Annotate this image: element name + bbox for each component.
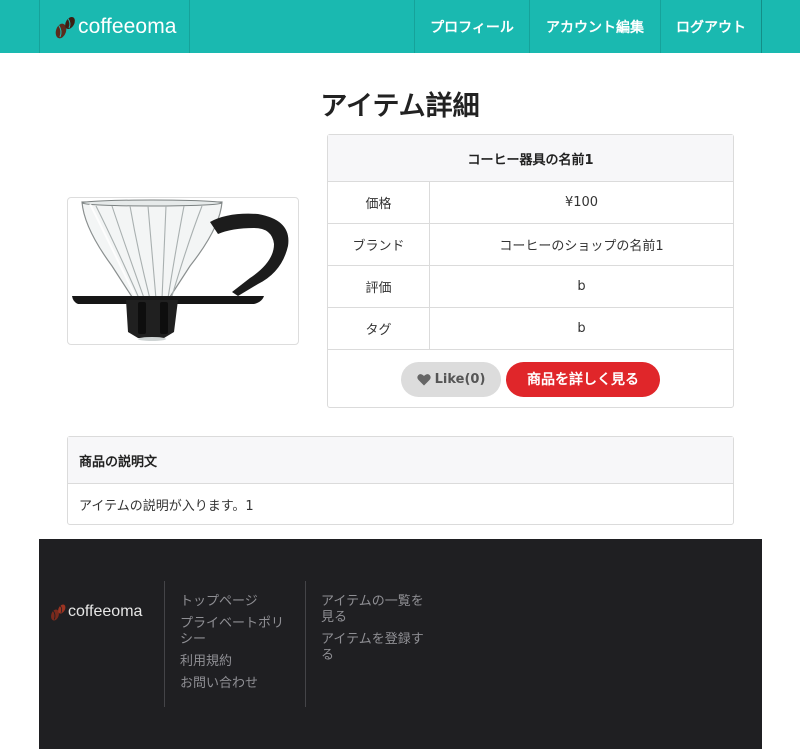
row-label-brand: ブランド	[328, 224, 430, 265]
like-label: Like(0)	[434, 371, 486, 387]
nav-account-edit[interactable]: アカウント編集	[529, 0, 660, 53]
row-value-tag: b	[577, 321, 586, 336]
page-title: アイテム詳細	[320, 91, 480, 122]
row-value-rating: b	[577, 279, 586, 294]
footer-link-item-list[interactable]: アイテムの一覧を見る	[321, 594, 433, 626]
coffee-beans-logo-icon	[51, 604, 66, 621]
row-label-tag: タグ	[328, 308, 430, 349]
row-value-price: ¥100	[564, 195, 599, 210]
product-name: コーヒー器具の名前1	[328, 135, 733, 182]
footer-brand-name: coffeeoma	[68, 603, 143, 620]
footer-link-top[interactable]: トップページ	[180, 594, 292, 610]
footer-link-privacy[interactable]: プライベートポリシー	[180, 616, 292, 648]
footer-links-items: アイテムの一覧を見る アイテムを登録する	[305, 581, 446, 707]
row-label-rating: 評価	[328, 266, 430, 307]
like-button[interactable]: Like(0)	[401, 361, 501, 397]
brand-logo[interactable]: coffeeoma	[39, 0, 190, 53]
site-footer: coffeeoma トップページ プライベートポリシー 利用規約 お問い合わせ …	[39, 539, 762, 749]
footer-link-item-register[interactable]: アイテムを登録する	[321, 632, 433, 664]
description-title: 商品の説明文	[68, 437, 733, 484]
description-card: 商品の説明文 アイテムの説明が入ります。1	[67, 436, 734, 525]
product-image	[67, 197, 299, 345]
description-text: アイテムの説明が入ります。1	[79, 499, 254, 514]
table-row: ブランド コーヒーのショップの名前1	[328, 224, 733, 266]
brand-name: coffeeoma	[78, 14, 177, 38]
footer-links-site: トップページ プライベートポリシー 利用規約 お問い合わせ	[164, 581, 305, 707]
row-value-brand: コーヒーのショップの名前1	[499, 239, 664, 254]
heart-icon	[416, 373, 431, 385]
product-actions: Like(0) 商品を詳しく見る	[328, 350, 733, 408]
nav-profile[interactable]: プロフィール	[414, 0, 529, 53]
nav-logout[interactable]: ログアウト	[660, 0, 762, 53]
site-header: coffeeoma プロフィール アカウント編集 ログアウト	[0, 0, 800, 53]
dripper-product-image	[72, 199, 289, 341]
coffee-beans-logo-icon	[55, 16, 75, 38]
table-row: 価格 ¥100	[328, 182, 733, 224]
footer-brand-logo[interactable]: coffeeoma	[49, 602, 142, 622]
footer-link-contact[interactable]: お問い合わせ	[180, 676, 292, 692]
footer-link-terms[interactable]: 利用規約	[180, 654, 292, 670]
view-details-button[interactable]: 商品を詳しく見る	[506, 361, 660, 397]
table-row: タグ b	[328, 308, 733, 350]
table-row: 評価 b	[328, 266, 733, 308]
row-label-price: 価格	[328, 182, 430, 223]
product-detail-card: コーヒー器具の名前1 価格 ¥100 ブランド コーヒーのショップの名前1 評価…	[327, 134, 734, 408]
